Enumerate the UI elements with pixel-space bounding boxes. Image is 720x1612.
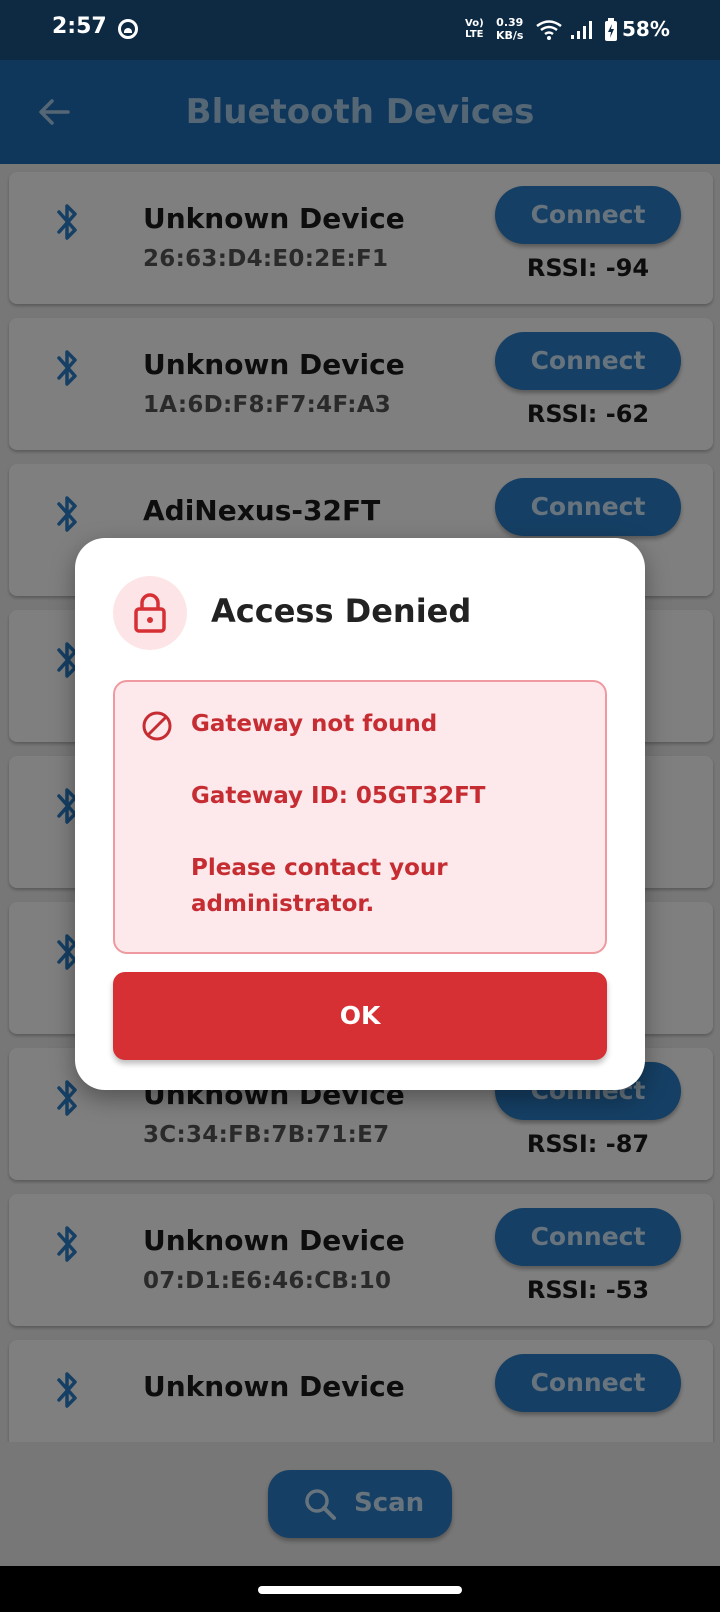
access-denied-dialog: Access Denied Gateway not found Gateway … (75, 538, 645, 1090)
network-speed: 0.39 KB/s (496, 16, 524, 42)
signal-icon (571, 21, 592, 39)
error-message-box: Gateway not found Gateway ID: 05GT32FT P… (113, 680, 607, 954)
lock-icon-badge (113, 576, 187, 650)
status-time: 2:57 (52, 14, 107, 39)
error-gateway-id: Gateway ID: 05GT32FT (191, 783, 486, 809)
ban-icon (142, 711, 172, 741)
volte-indicator: Vo) LTE (465, 18, 484, 40)
error-message-line: Gateway not found (191, 711, 438, 737)
notification-icon (118, 19, 138, 39)
ok-button[interactable]: OK (113, 972, 607, 1060)
error-contact-message: Please contact your administrator. (191, 855, 448, 917)
battery-percent: 58% (622, 17, 670, 41)
dialog-title: Access Denied (211, 592, 472, 630)
status-bar: 2:57 Vo) LTE 0.39 KB/s 58% (0, 0, 720, 60)
home-indicator[interactable] (258, 1586, 462, 1594)
battery-icon (605, 18, 617, 41)
wifi-icon (536, 20, 562, 40)
lock-icon (134, 593, 166, 633)
system-nav-bar (0, 1566, 720, 1612)
